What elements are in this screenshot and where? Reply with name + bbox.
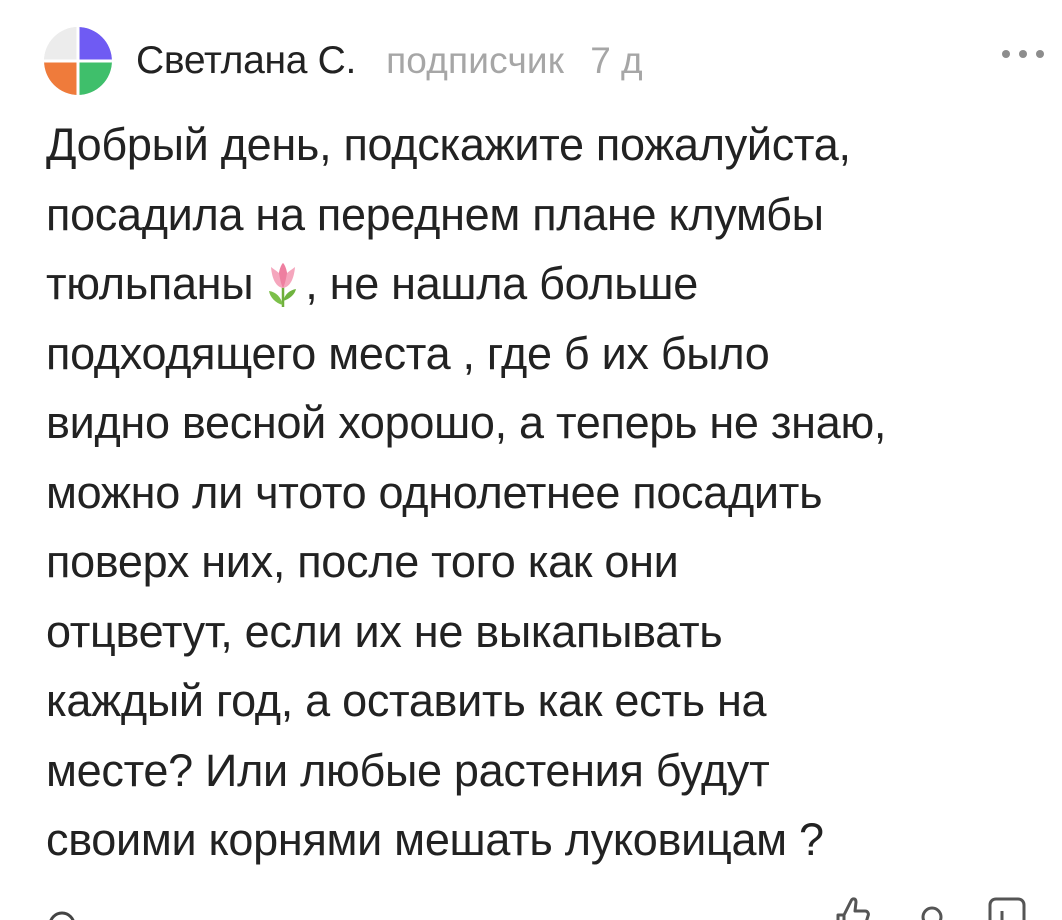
comment-line-part: , не нашла больше <box>305 258 698 309</box>
comment-line: месте? Или любые растения будут <box>46 744 770 796</box>
author-role-badge: подписчик <box>386 40 565 81</box>
comment-line: можно ли чтото однолетнее посадить <box>46 466 823 518</box>
comment-line: посадила на переднем плане клумбы <box>46 188 824 240</box>
comment-line: видно весной хорошо, а теперь не знаю, <box>46 397 887 448</box>
comment-actions <box>0 885 1062 920</box>
comment-line: подходящего места , где б их было <box>46 327 770 379</box>
comment-line: каждый год, а оставить как есть на <box>46 675 767 726</box>
comment-timestamp: 7 д <box>590 40 643 81</box>
comment: Светлана С. подписчик 7 д Добрый день, п… <box>0 0 1062 920</box>
comment-line: своими корнями мешать луковицам ? <box>46 814 824 865</box>
author-name[interactable]: Светлана С. <box>136 39 356 83</box>
tulip-emoji-icon <box>269 263 297 307</box>
more-dot <box>1036 50 1044 58</box>
comment-text: Добрый день, подскажите пожалуйста, поса… <box>46 110 1046 875</box>
more-horizontal-icon[interactable] <box>1002 44 1044 64</box>
more-dot <box>1019 50 1027 58</box>
comment-line: отцветут, если их не выкапывать <box>46 605 723 657</box>
comment-line-part: тюльпаны <box>46 258 254 309</box>
comment-line: поверх них, после того как они <box>46 536 679 587</box>
dislike-icon[interactable] <box>912 893 952 920</box>
reply-icon[interactable] <box>984 893 1028 920</box>
comment-line: тюльпаны , не нашла больше <box>46 249 1046 319</box>
more-dot <box>1002 50 1010 58</box>
comment-header: Светлана С. подписчик 7 д <box>44 26 643 96</box>
comment-line: Добрый день, подскажите пожалуйста, <box>46 119 851 170</box>
reply-count-icon[interactable] <box>42 905 82 920</box>
like-icon[interactable] <box>832 893 872 920</box>
avatar[interactable] <box>44 27 112 95</box>
